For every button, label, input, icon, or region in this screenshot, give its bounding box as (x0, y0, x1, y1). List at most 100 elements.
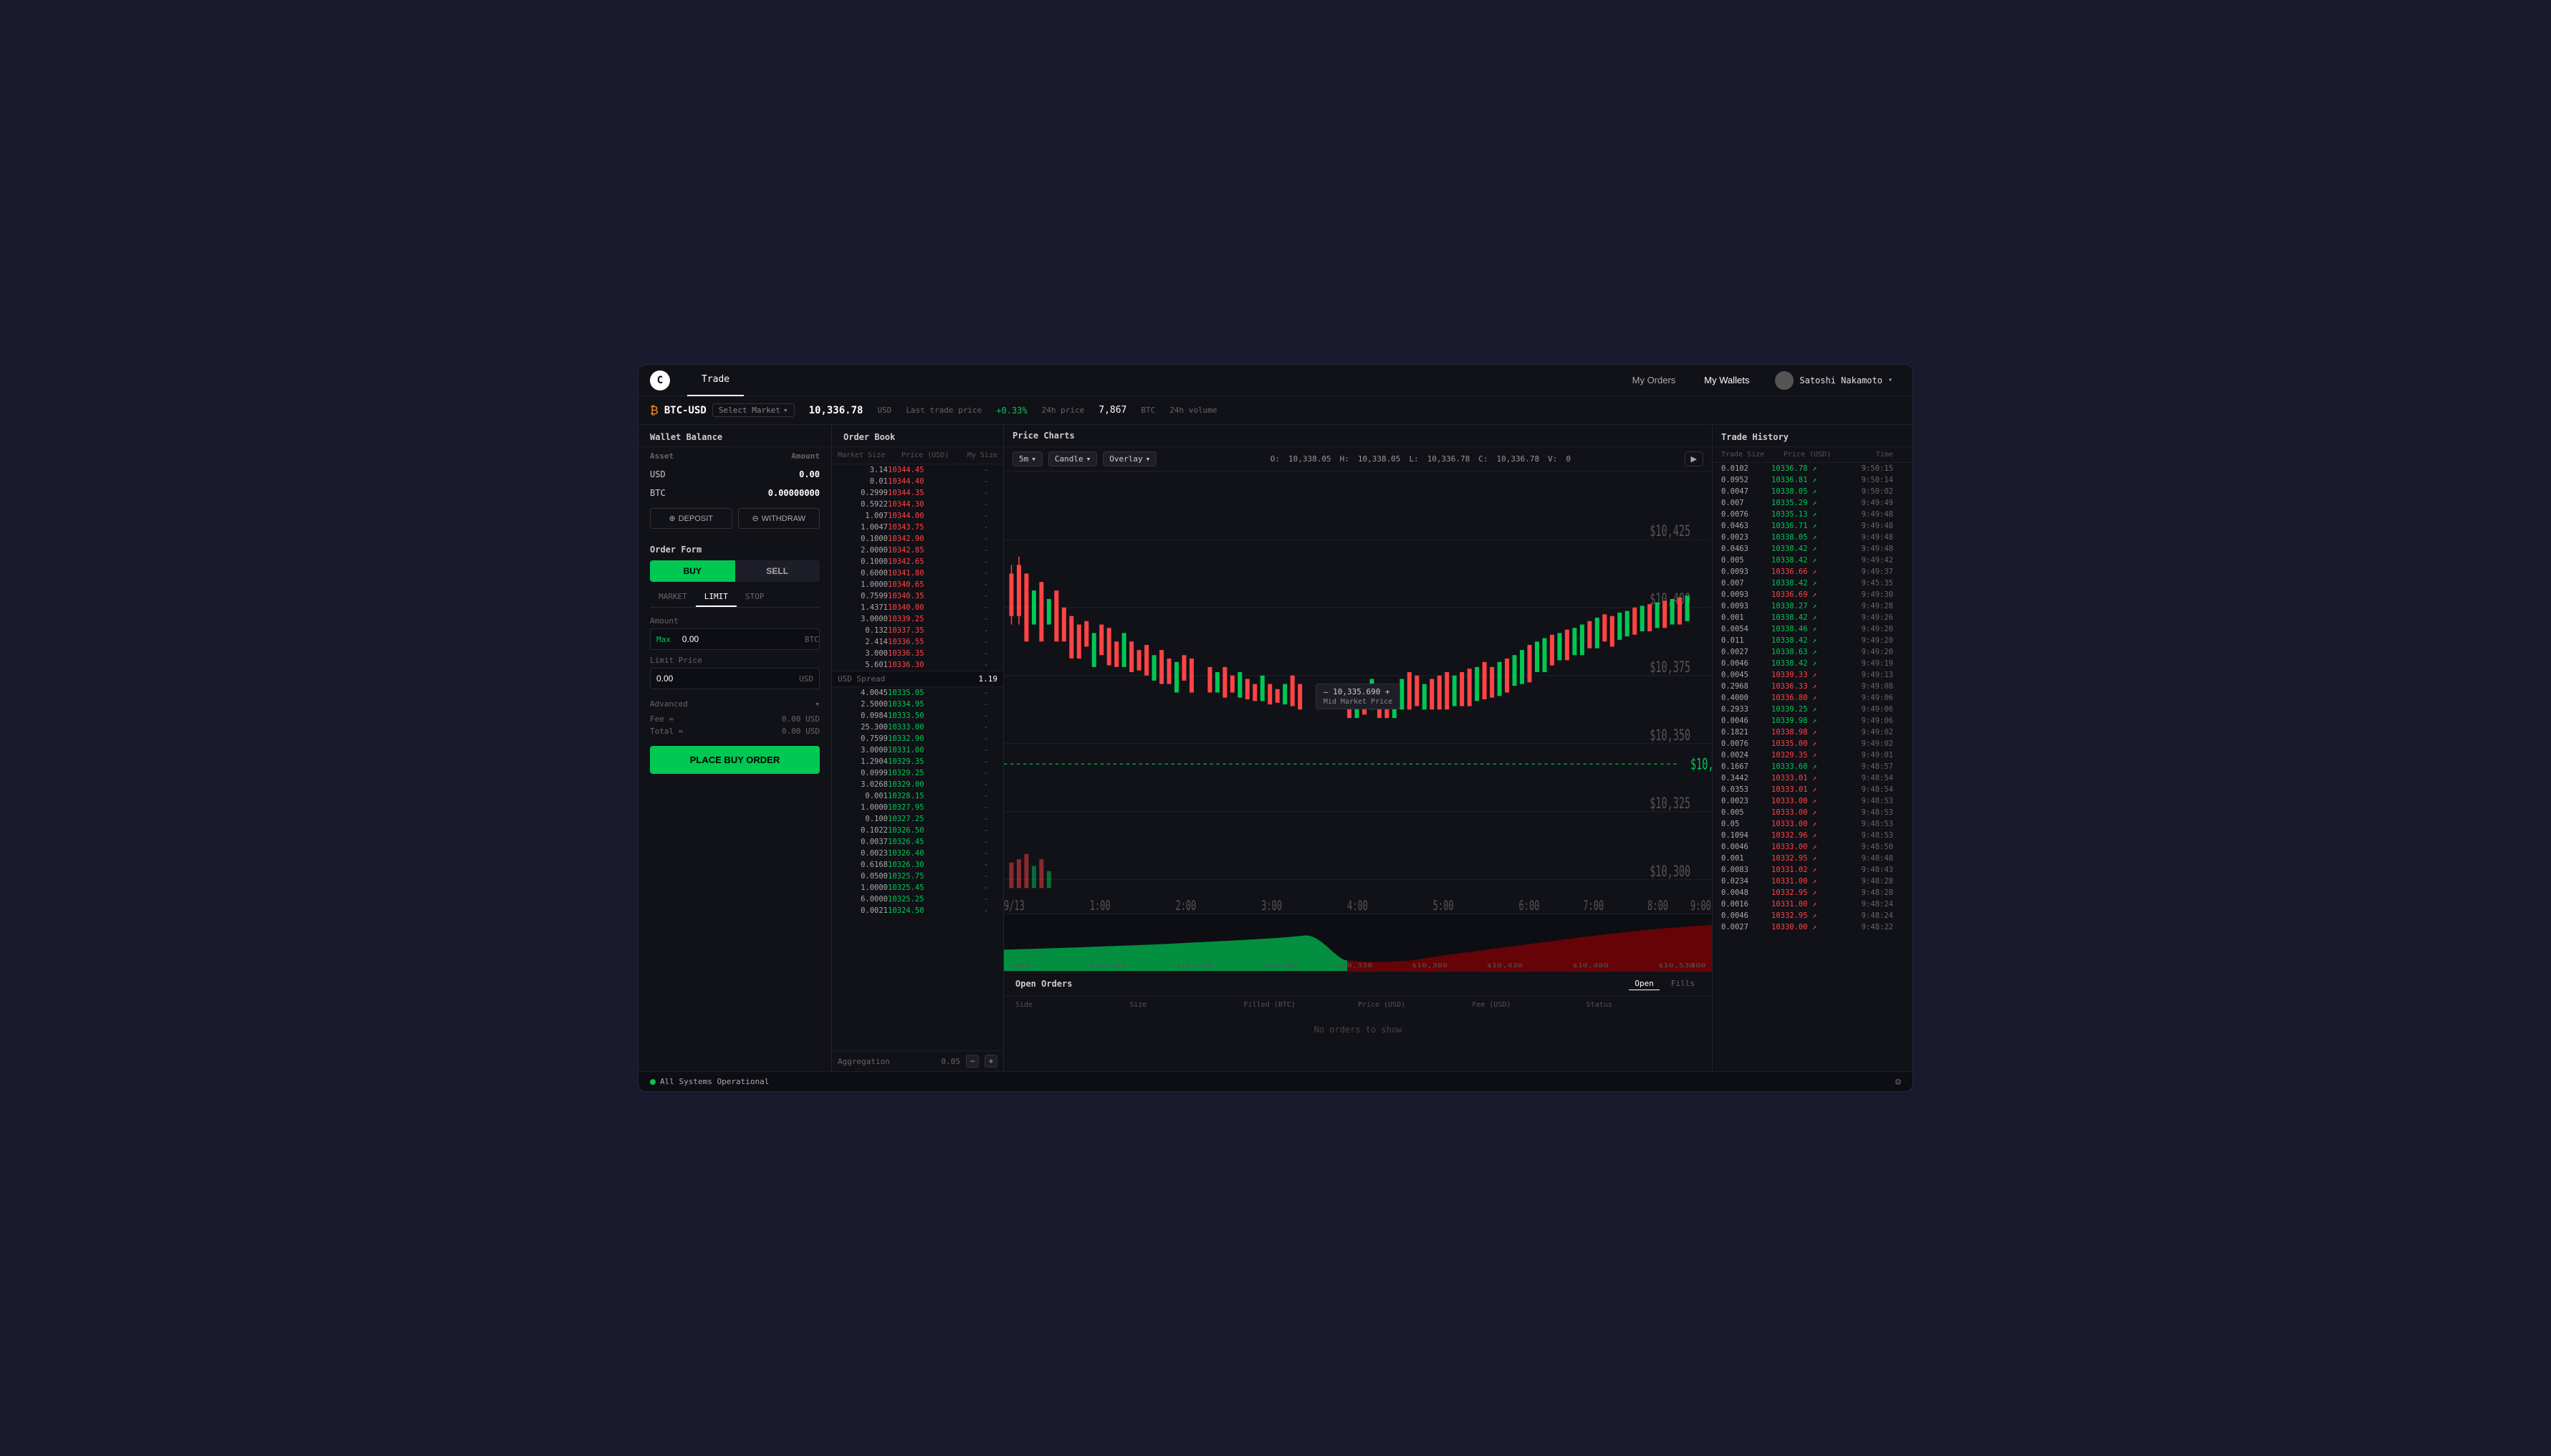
bid-row[interactable]: 1.0000 10325.45 - (832, 882, 1003, 894)
mid-market-label: — 10,335.690 + Mid Market Price (1316, 684, 1400, 709)
trade-price: 10329.35 ↗ (1771, 751, 1843, 760)
trade-history-row: 0.0353 10333.01 ↗ 9:48:54 (1713, 784, 1913, 795)
deposit-button[interactable]: ⊕ DEPOSIT (650, 508, 732, 529)
bid-row[interactable]: 6.0000 10325.25 - (832, 894, 1003, 905)
ask-row[interactable]: 0.7599 10340.35 - (832, 590, 1003, 602)
bid-row[interactable]: 0.0037 10326.45 - (832, 836, 1003, 848)
amount-input[interactable] (676, 629, 799, 649)
withdraw-button[interactable]: ⊖ WITHDRAW (738, 508, 820, 529)
ask-my-size: - (945, 477, 988, 486)
user-menu[interactable]: Satoshi Nakamoto ▾ (1766, 368, 1901, 393)
bid-row[interactable]: 0.0999 10329.25 - (832, 767, 1003, 779)
nav-tab-trade[interactable]: Trade (687, 365, 744, 396)
trade-history-row: 0.0046 10338.42 ↗ 9:49:19 (1713, 658, 1913, 669)
bid-row[interactable]: 0.100 10327.25 - (832, 813, 1003, 825)
bid-row[interactable]: 1.2904 10329.35 - (832, 756, 1003, 767)
trade-size: 0.0046 (1721, 717, 1771, 725)
trade-time: 9:49:42 (1843, 556, 1893, 565)
buy-tab[interactable]: BUY (650, 560, 735, 582)
bid-row[interactable]: 0.1022 10326.50 - (832, 825, 1003, 836)
bid-row[interactable]: 2.5000 10334.95 - (832, 699, 1003, 710)
tab-market[interactable]: MARKET (650, 588, 696, 607)
tab-stop[interactable]: STOP (737, 588, 773, 607)
settings-icon[interactable]: ⚙ (1895, 1076, 1901, 1088)
bid-row[interactable]: 1.0000 10327.95 - (832, 802, 1003, 813)
bid-row[interactable]: 0.0023 10326.40 - (832, 848, 1003, 859)
chart-type-selector[interactable]: Candle ▾ (1048, 451, 1097, 466)
my-orders-button[interactable]: My Orders (1621, 370, 1688, 390)
ask-row[interactable]: 0.6000 10341.80 - (832, 567, 1003, 579)
trade-time: 9:48:28 (1843, 889, 1893, 897)
place-order-button[interactable]: PLACE BUY ORDER (650, 746, 820, 774)
volume-currency: BTC (1141, 406, 1155, 415)
ohlcv-high-label: H: (1340, 454, 1349, 464)
ask-row[interactable]: 0.2999 10344.35 - (832, 487, 1003, 499)
ask-row[interactable]: 0.132 10337.35 - (832, 625, 1003, 636)
order-form-title: Order Form (650, 537, 820, 560)
tab-limit[interactable]: LIMIT (696, 588, 737, 607)
ask-row[interactable]: 2.414 10336.55 - (832, 636, 1003, 648)
ask-row[interactable]: 3.0000 10339.25 - (832, 613, 1003, 625)
app-logo[interactable]: C (650, 370, 670, 391)
my-wallets-button[interactable]: My Wallets (1693, 370, 1761, 390)
max-label[interactable]: Max (651, 630, 676, 649)
ask-size: 3.0000 (838, 615, 888, 623)
aggregation-increase-button[interactable]: + (985, 1055, 997, 1068)
ask-price: 10337.35 (888, 626, 945, 635)
select-market-dropdown[interactable]: Select Market ▾ (712, 403, 795, 417)
chart-forward-button[interactable]: ▶ (1685, 451, 1703, 466)
bid-row[interactable]: 3.0000 10331.00 - (832, 744, 1003, 756)
ask-price: 10340.00 (888, 603, 945, 612)
tab-open[interactable]: Open (1629, 977, 1660, 990)
bid-price: 10327.25 (888, 815, 945, 823)
chart-title: Price Charts (1013, 431, 1075, 441)
spread-value: 1.19 (979, 674, 998, 684)
ob-price-header: Price (USD) (896, 451, 955, 459)
ask-row[interactable]: 0.1000 10342.65 - (832, 556, 1003, 567)
ask-row[interactable]: 3.000 10336.35 - (832, 648, 1003, 659)
bid-row[interactable]: 0.6168 10326.30 - (832, 859, 1003, 871)
ask-row[interactable]: 3.14 10344.45 - (832, 464, 1003, 476)
trade-history-row: 0.0045 10339.33 ↗ 9:49:13 (1713, 669, 1913, 681)
trade-time: 9:48:24 (1843, 900, 1893, 909)
overlay-selector[interactable]: Overlay ▾ (1103, 451, 1157, 466)
col-fee: Fee (USD) (1472, 1001, 1586, 1009)
bid-row[interactable]: 0.0021 10324.50 - (832, 905, 1003, 916)
aggregation-decrease-button[interactable]: − (966, 1055, 979, 1068)
trade-history-row: 0.0083 10331.02 ↗ 9:48:43 (1713, 864, 1913, 876)
bid-row[interactable]: 25.300 10333.00 - (832, 722, 1003, 733)
ask-row[interactable]: 1.4371 10340.00 - (832, 602, 1003, 613)
trade-price: 10336.66 ↗ (1771, 567, 1843, 576)
ask-row[interactable]: 0.1000 10342.90 - (832, 533, 1003, 545)
trade-history-row: 0.005 10338.42 ↗ 9:49:42 (1713, 555, 1913, 566)
ask-row[interactable]: 1.0047 10343.75 - (832, 522, 1003, 533)
timeframe-selector[interactable]: 5m ▾ (1013, 451, 1043, 466)
svg-text:$10,325: $10,325 (1650, 795, 1690, 813)
ask-row[interactable]: 0.01 10344.40 - (832, 476, 1003, 487)
ask-row[interactable]: 0.5922 10344.30 - (832, 499, 1003, 510)
bid-row[interactable]: 4.0045 10335.05 - (832, 687, 1003, 699)
last-price-description: Last trade price (906, 406, 982, 415)
bid-row[interactable]: 0.7599 10332.90 - (832, 733, 1003, 744)
bid-my-size: - (945, 757, 988, 766)
bid-price: 10328.15 (888, 792, 945, 800)
bid-row[interactable]: 3.0268 10329.00 - (832, 779, 1003, 790)
trade-size: 0.0046 (1721, 659, 1771, 668)
advanced-toggle[interactable]: Advanced ▾ (650, 695, 820, 713)
bid-row[interactable]: 0.0500 10325.75 - (832, 871, 1003, 882)
trade-time: 9:48:22 (1843, 923, 1893, 931)
svg-text:$10,280: $10,280 (1261, 963, 1297, 969)
ask-my-size: - (945, 466, 988, 474)
tab-fills[interactable]: Fills (1665, 977, 1700, 990)
ask-row[interactable]: 5.601 10336.30 - (832, 659, 1003, 671)
ask-row[interactable]: 2.0000 10342.85 - (832, 545, 1003, 556)
trade-size: 0.0027 (1721, 923, 1771, 931)
ask-row[interactable]: 1.007 10344.00 - (832, 510, 1003, 522)
bid-row[interactable]: 0.0984 10333.50 - (832, 710, 1003, 722)
ask-row[interactable]: 1.0000 10340.65 - (832, 579, 1003, 590)
wallet-amount-btc: 0.00000000 (712, 484, 831, 502)
sell-tab[interactable]: SELL (735, 560, 820, 582)
bid-size: 1.0000 (838, 883, 888, 892)
bid-row[interactable]: 0.001 10328.15 - (832, 790, 1003, 802)
limit-price-input[interactable] (651, 669, 793, 689)
